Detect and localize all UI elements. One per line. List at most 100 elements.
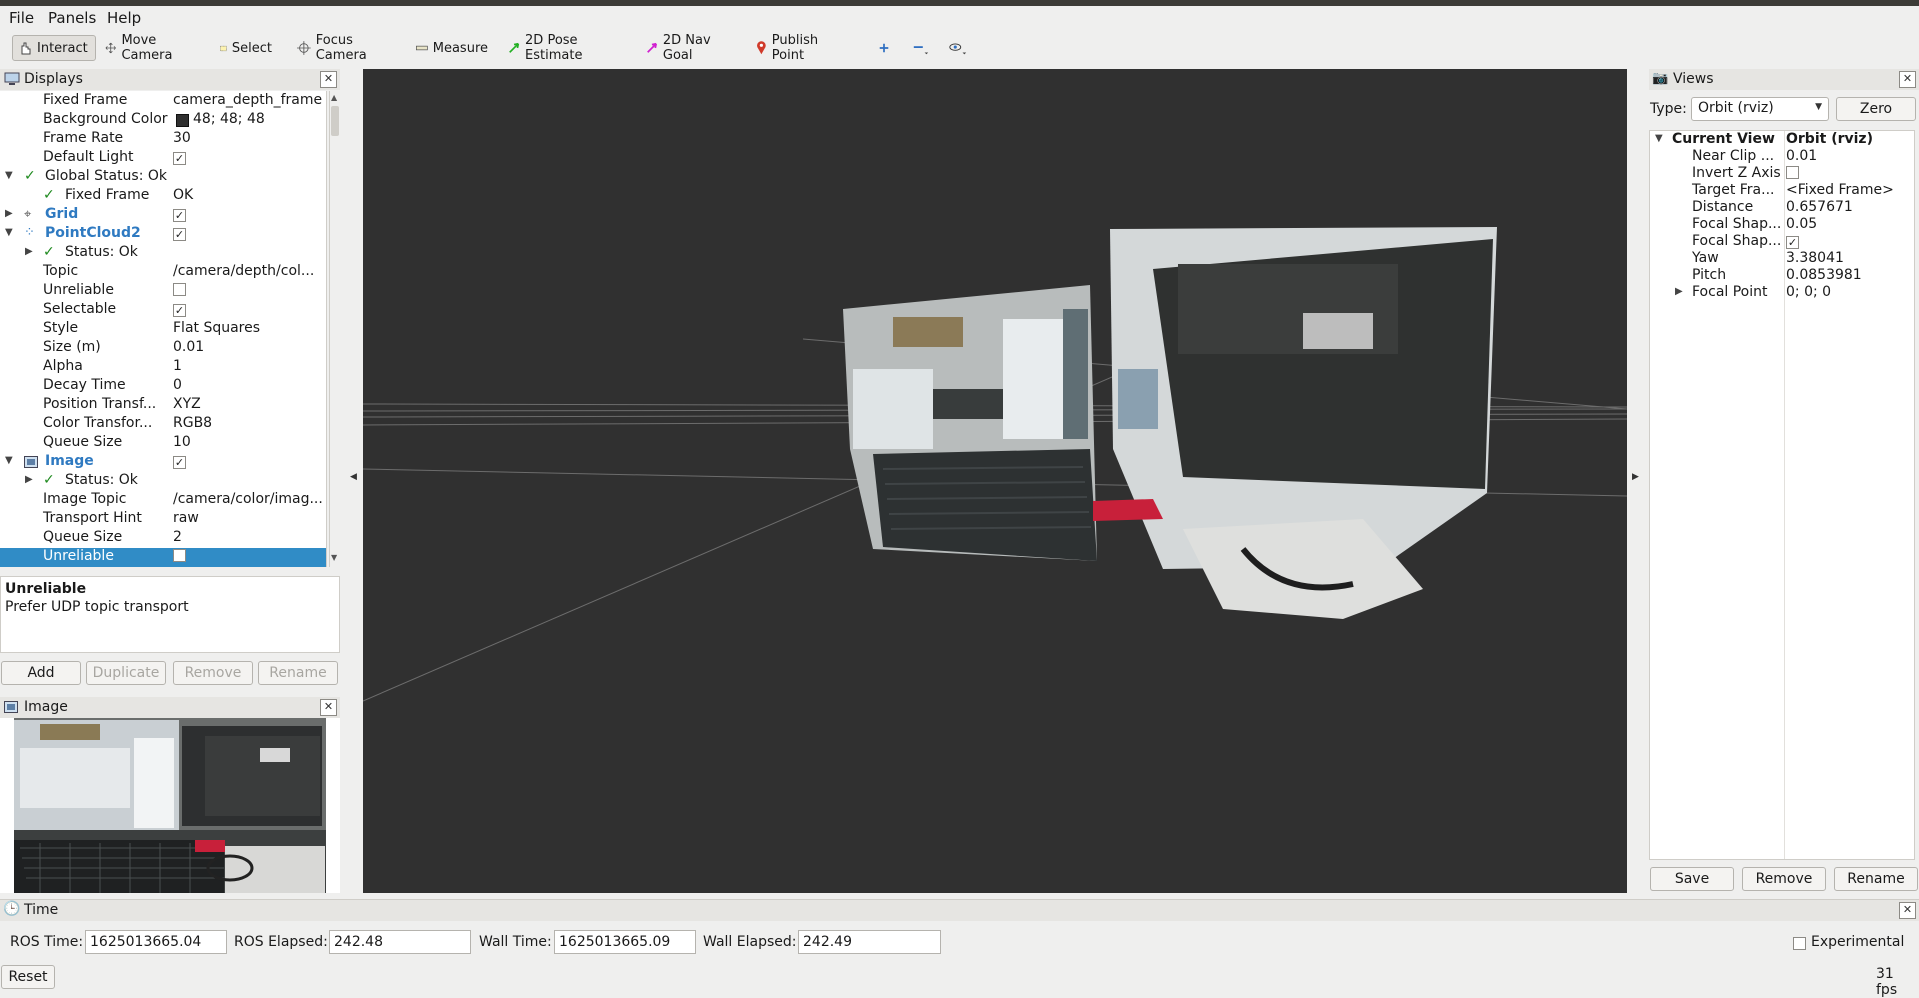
- collapsed-arrow-icon[interactable]: ▶: [25, 474, 33, 485]
- close-displays-button[interactable]: ✕: [320, 71, 337, 88]
- tree-row-selectable[interactable]: Selectable ✓: [0, 301, 326, 320]
- tree-row-image[interactable]: ▼ Image ✓: [0, 453, 326, 472]
- right-dock-toggle-arrow[interactable]: ▶: [1632, 472, 1639, 482]
- tree-row-global-status[interactable]: ▼ ✓ Global Status: Ok: [0, 168, 326, 187]
- remove-display-button[interactable]: Remove: [173, 661, 253, 685]
- yaw-row[interactable]: Yaw 3.38041: [1650, 250, 1916, 267]
- displays-scrollbar[interactable]: ▲ ▼: [329, 91, 340, 567]
- tree-row-image-topic[interactable]: Image Topic /camera/color/imag...: [0, 491, 326, 510]
- image-enable-checkbox[interactable]: ✓: [173, 453, 186, 469]
- expand-arrow-icon[interactable]: ▼: [5, 455, 13, 466]
- ros-elapsed-field[interactable]: 242.48: [329, 930, 471, 954]
- reset-button[interactable]: Reset: [1, 965, 55, 989]
- view-type-select[interactable]: Orbit (rviz) ▼: [1691, 97, 1829, 121]
- focus-camera-tool-button[interactable]: Focus Camera: [292, 33, 400, 63]
- target-frame-row[interactable]: Target Fra... <Fixed Frame>: [1650, 182, 1916, 199]
- rename-display-button[interactable]: Rename: [258, 661, 338, 685]
- rename-view-button[interactable]: Rename: [1834, 867, 1918, 891]
- move-camera-tool-button[interactable]: Move Camera: [100, 33, 200, 63]
- near-clip-row[interactable]: Near Clip ... 0.01: [1650, 148, 1916, 165]
- views-tool-button[interactable]: [943, 35, 973, 61]
- experimental-checkbox[interactable]: [1793, 936, 1806, 953]
- ros-time-field[interactable]: 1625013665.04: [85, 930, 227, 954]
- grid-enable-checkbox[interactable]: ✓: [173, 206, 186, 222]
- add-display-button[interactable]: Add: [1, 661, 81, 685]
- row-key: Status: Ok: [65, 472, 138, 488]
- remove-tool-button[interactable]: [907, 35, 935, 61]
- tree-row-pointcloud-status[interactable]: ▶ ✓ Status: Ok: [0, 244, 326, 263]
- image-unreliable-checkbox[interactable]: [173, 548, 186, 565]
- tree-row-fixed-frame-status[interactable]: ✓ Fixed Frame OK: [0, 187, 326, 206]
- selectable-checkbox[interactable]: ✓: [173, 301, 186, 317]
- default-light-checkbox[interactable]: ✓: [173, 149, 186, 165]
- expand-arrow-icon[interactable]: ▼: [5, 170, 13, 181]
- pitch-row[interactable]: Pitch 0.0853981: [1650, 267, 1916, 284]
- pointcloud2-enable-checkbox[interactable]: ✓: [173, 225, 186, 241]
- map-pin-icon: [757, 41, 766, 55]
- wall-elapsed-field[interactable]: 242.49: [798, 930, 941, 954]
- invert-z-axis-row[interactable]: Invert Z Axis: [1650, 165, 1916, 182]
- tree-row-frame-rate[interactable]: Frame Rate 30: [0, 130, 326, 149]
- 3d-render-viewport[interactable]: [363, 69, 1627, 893]
- select-tool-button[interactable]: Select: [215, 35, 277, 61]
- duplicate-display-button[interactable]: Duplicate: [86, 661, 166, 685]
- tree-row-background-color[interactable]: Background Color 48; 48; 48: [0, 111, 326, 130]
- tree-row-queue-size[interactable]: Queue Size 10: [0, 434, 326, 453]
- tree-row-size[interactable]: Size (m) 0.01: [0, 339, 326, 358]
- image-panel-title: Image: [24, 699, 68, 715]
- views-camera-icon: 📷: [1652, 71, 1669, 86]
- menu-panels[interactable]: Panels: [48, 9, 96, 27]
- tree-row-position-transformer[interactable]: Position Transf... XYZ: [0, 396, 326, 415]
- close-views-button[interactable]: ✕: [1899, 71, 1916, 88]
- save-view-button[interactable]: Save: [1650, 867, 1734, 891]
- scrollbar-thumb[interactable]: [331, 106, 339, 136]
- wall-time-field[interactable]: 1625013665.09: [554, 930, 696, 954]
- view-type-label: Type:: [1650, 101, 1687, 117]
- close-time-panel-button[interactable]: ✕: [1899, 902, 1916, 919]
- add-tool-button[interactable]: [873, 35, 895, 61]
- minus-icon: [913, 46, 929, 55]
- tree-row-style[interactable]: Style Flat Squares: [0, 320, 326, 339]
- focal-point-row[interactable]: ▶ Focal Point 0; 0; 0: [1650, 284, 1916, 301]
- expand-arrow-icon[interactable]: ▼: [5, 227, 13, 238]
- interact-tool-button[interactable]: Interact: [12, 35, 96, 61]
- tree-row-alpha[interactable]: Alpha 1: [0, 358, 326, 377]
- focal-shape-fixed-checkbox[interactable]: ✓: [1786, 233, 1799, 249]
- nav-goal-tool-button[interactable]: 2D Nav Goal: [641, 33, 737, 63]
- tree-row-fixed-frame[interactable]: Fixed Frame camera_depth_frame: [0, 92, 326, 111]
- tree-row-grid[interactable]: ▶ ⌖ Grid ✓: [0, 206, 326, 225]
- row-key: Unreliable: [43, 548, 114, 564]
- publish-point-tool-button[interactable]: Publish Point: [751, 33, 851, 63]
- displays-title: Displays: [24, 71, 83, 87]
- menu-file[interactable]: File: [9, 9, 34, 27]
- invert-z-axis-checkbox[interactable]: [1786, 165, 1799, 182]
- focal-shape-size-row[interactable]: Focal Shap... 0.05: [1650, 216, 1916, 233]
- expand-arrow-icon[interactable]: ▼: [1655, 133, 1663, 144]
- unreliable-checkbox[interactable]: [173, 282, 186, 299]
- row-value: raw: [173, 510, 199, 526]
- tree-row-topic[interactable]: Topic /camera/depth/col...: [0, 263, 326, 282]
- remove-view-button[interactable]: Remove: [1742, 867, 1826, 891]
- collapsed-arrow-icon[interactable]: ▶: [25, 246, 33, 257]
- tree-row-image-queue-size[interactable]: Queue Size 2: [0, 529, 326, 548]
- tree-row-default-light[interactable]: Default Light ✓: [0, 149, 326, 168]
- left-dock-toggle-arrow[interactable]: ◀: [350, 472, 357, 482]
- tree-row-image-unreliable-selected[interactable]: Unreliable: [0, 548, 326, 567]
- close-image-panel-button[interactable]: ✕: [320, 699, 337, 716]
- tree-row-image-status[interactable]: ▶ ✓ Status: Ok: [0, 472, 326, 491]
- pose-estimate-tool-button[interactable]: 2D Pose Estimate: [503, 33, 628, 63]
- tree-row-decay-time[interactable]: Decay Time 0: [0, 377, 326, 396]
- collapsed-arrow-icon[interactable]: ▶: [1675, 286, 1683, 297]
- tree-row-color-transformer[interactable]: Color Transfor... RGB8: [0, 415, 326, 434]
- focal-shape-fixed-row[interactable]: Focal Shap... ✓: [1650, 233, 1916, 250]
- collapsed-arrow-icon[interactable]: ▶: [5, 208, 13, 219]
- current-view-row[interactable]: ▼ Current View Orbit (rviz): [1650, 131, 1916, 148]
- move-camera-label: Move Camera: [121, 33, 173, 63]
- measure-tool-button[interactable]: Measure: [411, 35, 493, 61]
- distance-row[interactable]: Distance 0.657671: [1650, 199, 1916, 216]
- tree-row-unreliable[interactable]: Unreliable: [0, 282, 326, 301]
- tree-row-transport-hint[interactable]: Transport Hint raw: [0, 510, 326, 529]
- menu-help[interactable]: Help: [107, 9, 141, 27]
- tree-row-pointcloud2[interactable]: ▼ ⁘ PointCloud2 ✓: [0, 225, 326, 244]
- zero-button[interactable]: Zero: [1836, 97, 1916, 121]
